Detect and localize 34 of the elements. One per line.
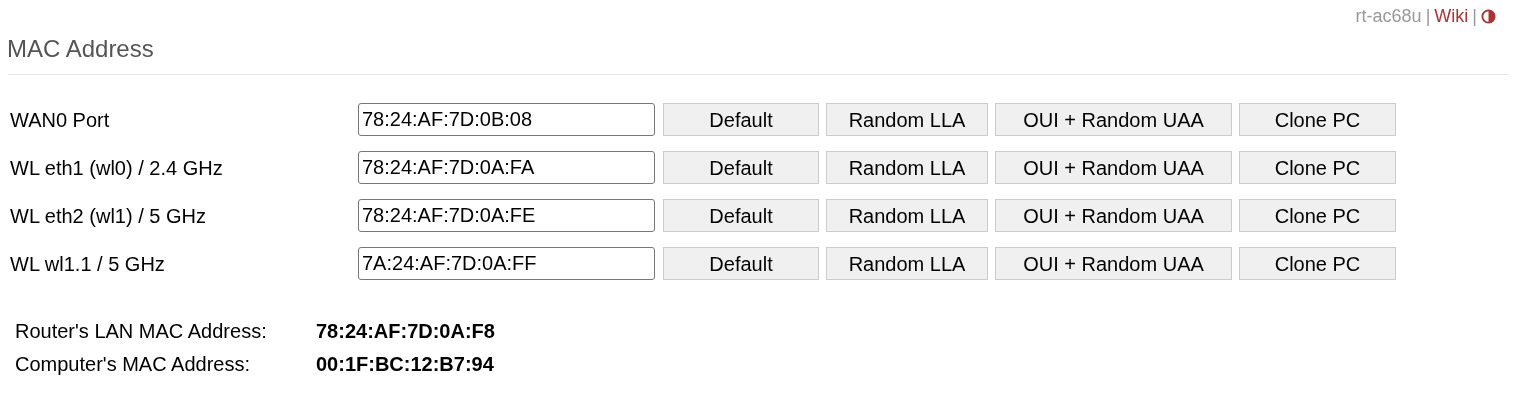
- random-uaa-button[interactable]: OUI + Random UAA: [995, 103, 1232, 136]
- random-lla-button[interactable]: Random LLA: [826, 151, 988, 184]
- info-value: 78:24:AF:7D:0A:F8: [316, 319, 496, 344]
- separator: |: [1472, 5, 1477, 28]
- default-button[interactable]: Default: [663, 151, 819, 184]
- clone-pc-button[interactable]: Clone PC: [1239, 103, 1396, 136]
- mac-input-field[interactable]: 78:24:AF:7D:0B:08: [358, 103, 655, 136]
- page-title: MAC Address: [7, 34, 155, 64]
- random-lla-button[interactable]: Random LLA: [826, 199, 988, 232]
- mac-input-field[interactable]: 78:24:AF:7D:0A:FE: [358, 199, 655, 232]
- info-label: Computer's MAC Address:: [15, 352, 251, 377]
- random-uaa-button[interactable]: OUI + Random UAA: [995, 151, 1232, 184]
- default-button[interactable]: Default: [663, 199, 819, 232]
- wiki-link[interactable]: Wiki: [1434, 4, 1469, 28]
- row-label: WL wl1.1 / 5 GHz: [10, 251, 166, 276]
- mac-input-field[interactable]: 78:24:AF:7D:0A:FA: [358, 151, 655, 184]
- row-label: WL eth2 (wl1) / 5 GHz: [10, 203, 207, 228]
- theme-toggle-icon[interactable]: [1481, 8, 1496, 24]
- random-lla-button[interactable]: Random LLA: [826, 103, 988, 136]
- row-label: WAN0 Port: [10, 107, 111, 132]
- row-label: WL eth1 (wl0) / 2.4 GHz: [10, 155, 224, 180]
- separator: |: [1425, 5, 1431, 28]
- info-value: 00:1F:BC:12:B7:94: [316, 352, 495, 377]
- mac-input-field[interactable]: 7A:24:AF:7D:0A:FF: [358, 247, 655, 280]
- default-button[interactable]: Default: [663, 103, 819, 136]
- clone-pc-button[interactable]: Clone PC: [1239, 151, 1396, 184]
- router-name: rt-ac68u: [1355, 5, 1422, 28]
- random-uaa-button[interactable]: OUI + Random UAA: [995, 247, 1232, 280]
- clone-pc-button[interactable]: Clone PC: [1239, 199, 1396, 232]
- random-uaa-button[interactable]: OUI + Random UAA: [995, 199, 1232, 232]
- info-label: Router's LAN MAC Address:: [15, 319, 268, 344]
- default-button[interactable]: Default: [663, 247, 819, 280]
- random-lla-button[interactable]: Random LLA: [826, 247, 988, 280]
- clone-pc-button[interactable]: Clone PC: [1239, 247, 1396, 280]
